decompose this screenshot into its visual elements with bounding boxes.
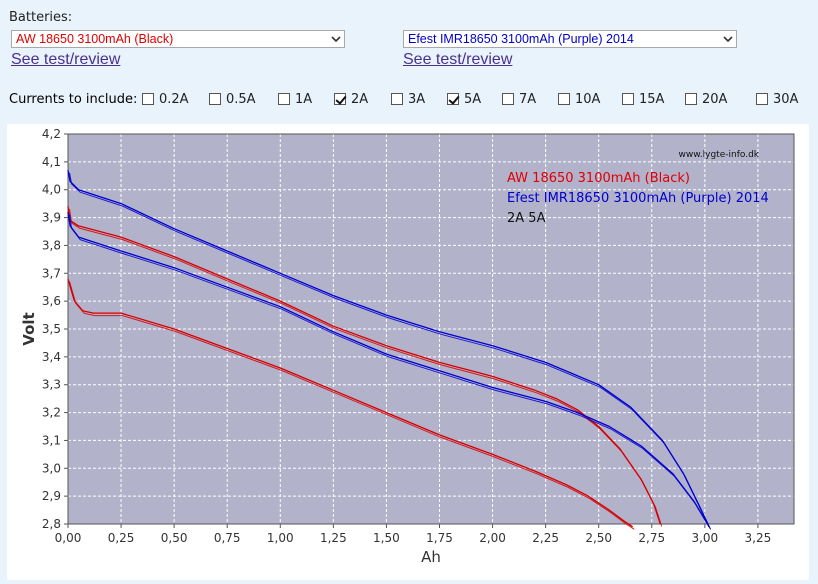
y-tick-label: 4,0 — [42, 183, 61, 197]
y-tick-label: 3,3 — [42, 378, 61, 392]
y-tick-label: 4,1 — [42, 155, 61, 169]
current-option-label: 0.2A — [159, 92, 189, 107]
y-tick-label: 3,8 — [42, 238, 61, 252]
x-tick-label: 0,50 — [161, 531, 188, 545]
current-option-label: 7A — [519, 92, 537, 107]
battery-select-right-value: Efest IMR18650 3100mAh (Purple) 2014 — [408, 32, 634, 46]
current-checkbox[interactable] — [447, 93, 459, 105]
current-checkbox[interactable] — [558, 93, 570, 105]
x-tick-label: 2,75 — [638, 531, 665, 545]
current-option-label: 30A — [773, 92, 799, 107]
legend-entry-2: 2A 5A — [507, 211, 546, 226]
chart-svg: 0,00 0,25 0,50 0,75 1,00 1,25 1,50 1,75 2,00 2,25… — [20, 127, 795, 566]
current-checkbox[interactable] — [756, 93, 768, 105]
y-tick-label: 3,2 — [42, 406, 61, 420]
batteries-label: Batteries: — [9, 10, 73, 25]
battery-select-left-value: AW 18650 3100mAh (Black) — [16, 32, 174, 46]
y-tick-label: 3,7 — [42, 266, 61, 280]
current-option-label: 1A — [295, 92, 313, 107]
x-tick-label: 0,25 — [108, 531, 135, 545]
current-option-label: 5A — [464, 92, 482, 107]
current-option-label: 20A — [702, 92, 728, 107]
see-review-link-right[interactable]: See test/review — [403, 51, 512, 69]
chevron-down-icon — [723, 36, 733, 43]
y-tick-label: 2,9 — [42, 489, 61, 503]
x-tick-label: 3,00 — [691, 531, 718, 545]
current-checkbox[interactable] — [278, 93, 290, 105]
x-tick-label: 1,75 — [426, 531, 453, 545]
current-option-label: 10A — [575, 92, 601, 107]
x-tick-label: 3,25 — [745, 531, 772, 545]
y-tick-label: 3,6 — [42, 294, 61, 308]
legend-entry-0: AW 18650 3100mAh (Black) — [507, 171, 690, 186]
current-checkbox[interactable] — [334, 93, 346, 105]
current-option-label: 0.5A — [226, 92, 256, 107]
x-tick-label: 1,25 — [320, 531, 347, 545]
legend-entry-1: Efest IMR18650 3100mAh (Purple) 2014 — [507, 191, 769, 206]
chevron-down-icon — [331, 36, 341, 43]
x-tick-label: 0,75 — [214, 531, 241, 545]
y-tick-label: 2,8 — [42, 517, 61, 531]
y-tick-label: 3,9 — [42, 211, 61, 225]
current-checkbox[interactable] — [142, 93, 154, 105]
x-tick-label: 1,00 — [267, 531, 294, 545]
current-checkbox[interactable] — [502, 93, 514, 105]
y-tick-label: 3,1 — [42, 433, 61, 447]
battery-select-right[interactable]: Efest IMR18650 3100mAh (Purple) 2014 — [403, 30, 737, 48]
battery-select-left[interactable]: AW 18650 3100mAh (Black) — [11, 30, 345, 48]
y-tick-label: 3,4 — [42, 350, 61, 364]
y-axis-label: Volt — [20, 312, 38, 345]
x-tick-label: 0,00 — [55, 531, 82, 545]
x-tick-label: 2,50 — [585, 531, 612, 545]
current-checkbox[interactable] — [209, 93, 221, 105]
x-tick-label: 2,00 — [479, 531, 506, 545]
chart-panel: 0,00 0,25 0,50 0,75 1,00 1,25 1,50 1,75 2,00 2,25… — [7, 124, 809, 580]
x-tick-label: 2,25 — [532, 531, 559, 545]
current-option-label: 2A — [351, 92, 369, 107]
current-option-label: 15A — [639, 92, 665, 107]
y-tick-label: 3,5 — [42, 322, 61, 336]
see-review-link-left[interactable]: See test/review — [11, 51, 120, 69]
current-checkbox[interactable] — [685, 93, 697, 105]
currents-label: Currents to include: — [9, 92, 138, 107]
current-option-label: 3A — [408, 92, 426, 107]
current-checkbox[interactable] — [622, 93, 634, 105]
current-checkbox[interactable] — [391, 93, 403, 105]
x-axis-label: Ah — [421, 548, 441, 566]
y-tick-label: 3,0 — [42, 461, 61, 475]
watermark-text: www.lygte-info.dk — [679, 150, 760, 160]
y-tick-label: 4,2 — [42, 127, 61, 141]
x-tick-label: 1,50 — [373, 531, 400, 545]
